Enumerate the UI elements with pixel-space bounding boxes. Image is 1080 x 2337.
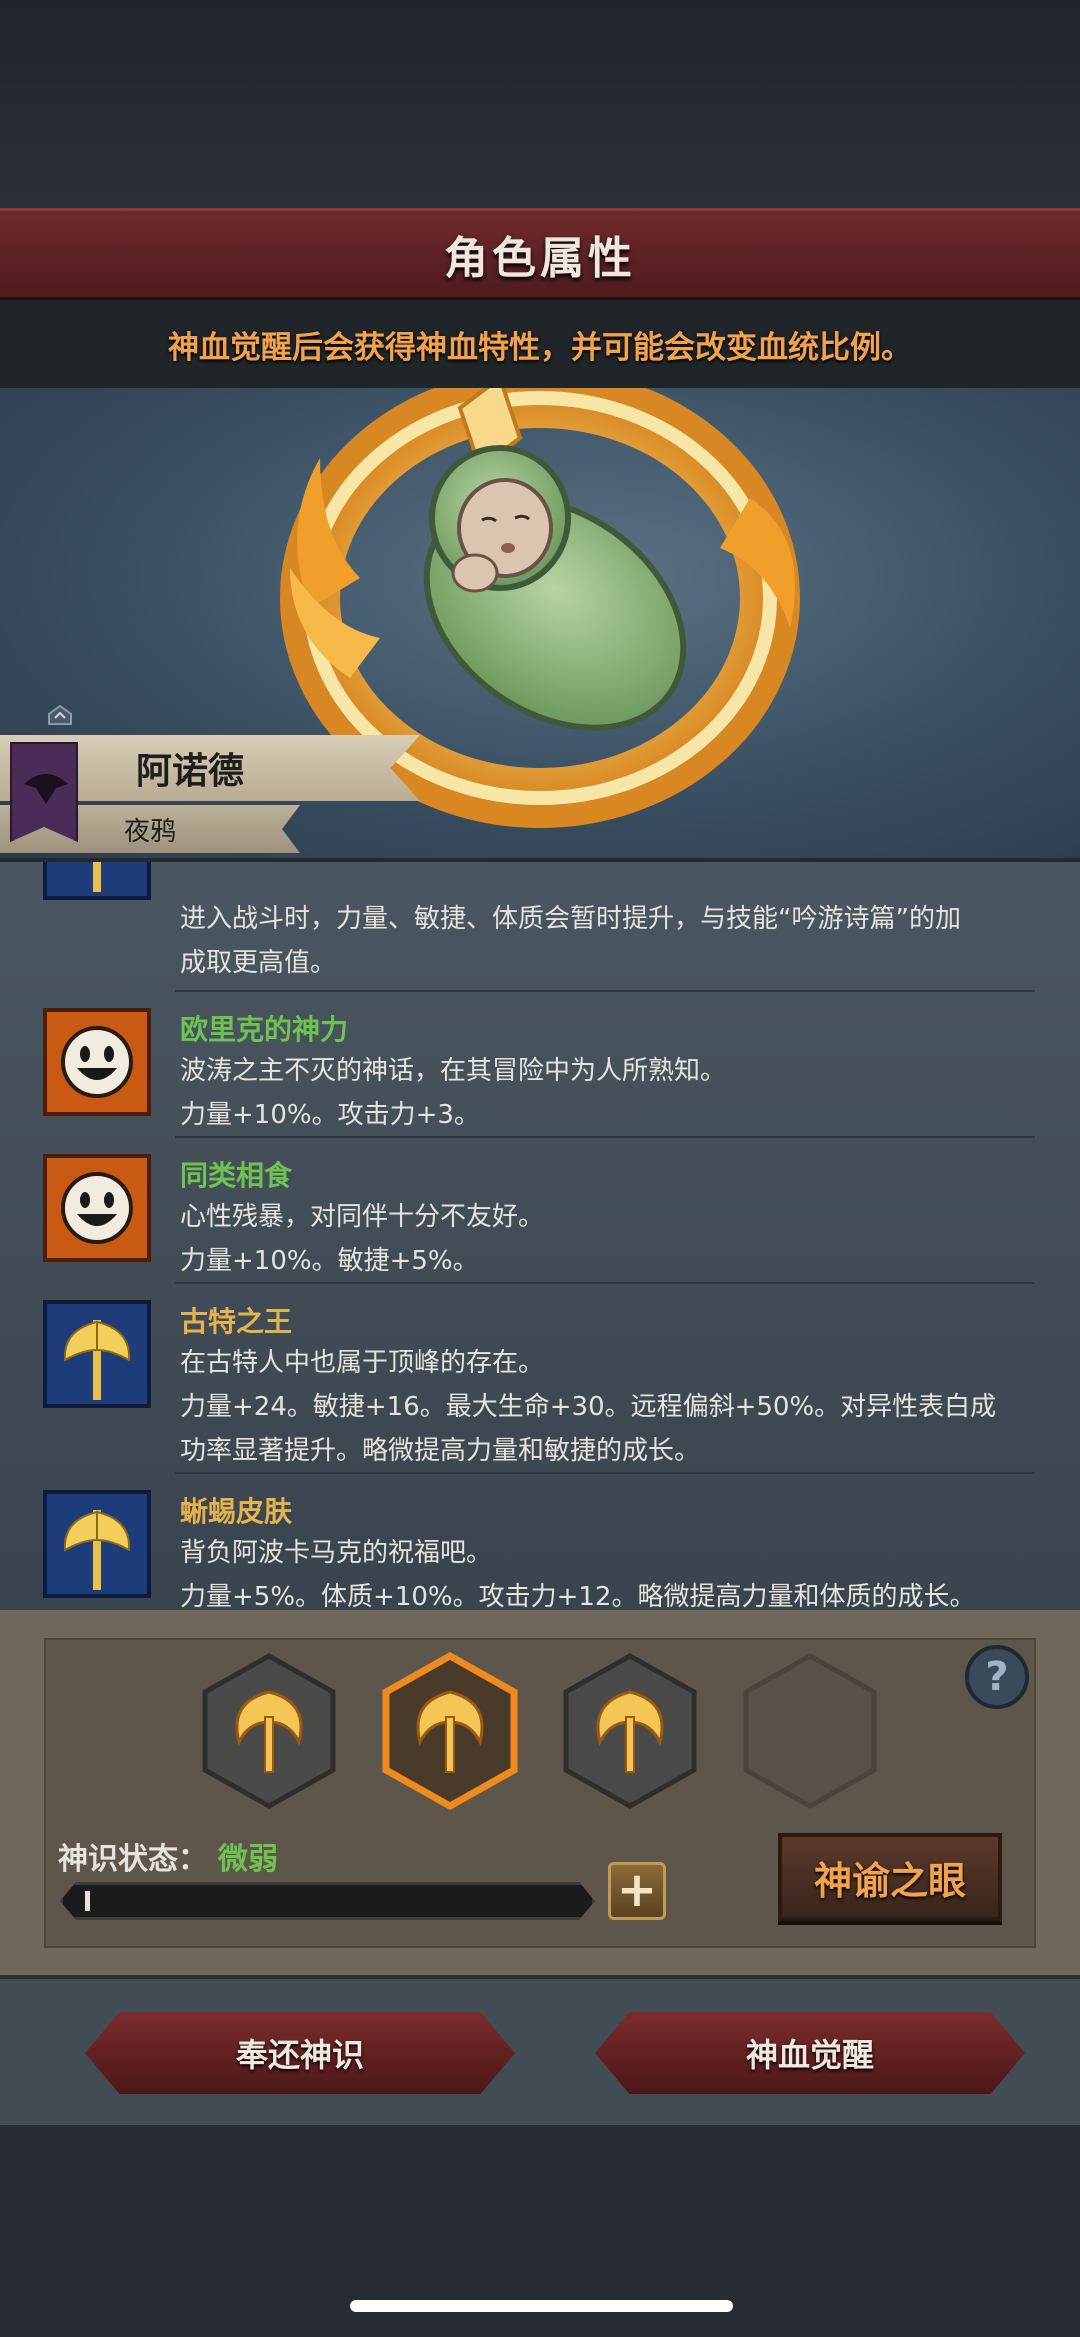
trait-desc: 力量+10%。敏捷+5%。 — [180, 1246, 479, 1276]
divine-slot-1[interactable] — [199, 1652, 339, 1810]
help-icon: ? — [985, 1654, 1009, 1700]
notice-text: 神血觉醒后会获得神血特性，并可能会改变血统比例。 — [168, 329, 912, 366]
oracle-eye-button[interactable]: 神谕之眼 — [778, 1833, 1002, 1921]
golden-axe-icon — [43, 1300, 151, 1408]
divider — [175, 1136, 1035, 1138]
add-divine-button[interactable]: + — [608, 1862, 666, 1920]
status-value: 微弱 — [218, 1842, 278, 1877]
divider — [175, 990, 1035, 992]
golden-axe-icon — [43, 1490, 151, 1598]
trait-desc: 背负阿波卡马克的祝福吧。 — [180, 1538, 493, 1568]
character-name: 阿诺德 — [135, 751, 244, 792]
trait-name: 同类相食 — [180, 1159, 293, 1192]
trait-desc: 成取更高值。 — [180, 948, 337, 978]
rank-up-icon — [48, 704, 72, 725]
crow-banner-icon — [10, 742, 78, 842]
blood-awaken-label: 神血觉醒 — [745, 2036, 874, 2074]
blood-awaken-button[interactable]: 神血觉醒 — [595, 2012, 1025, 2094]
trait-desc: 力量+5%。体质+10%。攻击力+12。略微提高力量和体质的成长。 — [180, 1582, 976, 1610]
return-divine-button[interactable]: 奉还神识 — [85, 2012, 515, 2094]
trait-desc: 在古特人中也属于顶峰的存在。 — [180, 1348, 545, 1378]
return-divine-label: 奉还神识 — [235, 2036, 364, 2074]
status-label: 神识状态： — [58, 1842, 208, 1877]
divine-slot-3[interactable] — [560, 1652, 700, 1810]
top-background — [0, 0, 1080, 210]
trait-desc: 力量+10%。攻击力+3。 — [180, 1100, 480, 1130]
title-bar: 角色属性 — [0, 208, 1080, 300]
character-clan: 夜鸦 — [123, 816, 176, 847]
trait-name: 古特之王 — [180, 1305, 293, 1338]
golden-axe-icon — [43, 862, 151, 900]
home-indicator[interactable] — [350, 2300, 733, 2312]
divider — [175, 1472, 1035, 1474]
divider — [175, 1282, 1035, 1284]
trait-name: 蜥蜴皮肤 — [180, 1495, 293, 1528]
divine-slot-2-selected[interactable] — [380, 1652, 520, 1810]
divine-progress-bar — [60, 1882, 595, 1920]
divine-slot-4-empty[interactable] — [740, 1652, 880, 1810]
trait-desc: 波涛之主不灭的神话，在其冒险中为人所熟知。 — [180, 1056, 727, 1086]
trait-desc: 功率显著提升。略微提高力量和敏捷的成长。 — [180, 1436, 701, 1466]
page-title: 角色属性 — [444, 233, 636, 284]
trait-desc: 力量+24。敏捷+16。最大生命+30。远程偏斜+50%。对异性表白成 — [180, 1392, 997, 1422]
smiley-face-icon — [43, 1154, 151, 1262]
traits-list[interactable]: 进入战斗时，力量、敏捷、体质会暂时提升，与技能“吟游诗篇”的加 成取更高值。 欧… — [0, 862, 1080, 1610]
trait-desc: 心性残暴，对同伴十分不友好。 — [180, 1202, 545, 1232]
smiley-face-icon — [43, 1008, 151, 1116]
oracle-eye-label: 神谕之眼 — [813, 1858, 966, 1903]
notice-bar: 神血觉醒后会获得神血特性，并可能会改变血统比例。 — [0, 300, 1080, 388]
trait-name: 欧里克的神力 — [180, 1013, 349, 1046]
help-button[interactable]: ? — [965, 1645, 1029, 1709]
trait-desc: 进入战斗时，力量、敏捷、体质会暂时提升，与技能“吟游诗篇”的加 — [180, 904, 961, 934]
progress-fill — [85, 1891, 90, 1911]
